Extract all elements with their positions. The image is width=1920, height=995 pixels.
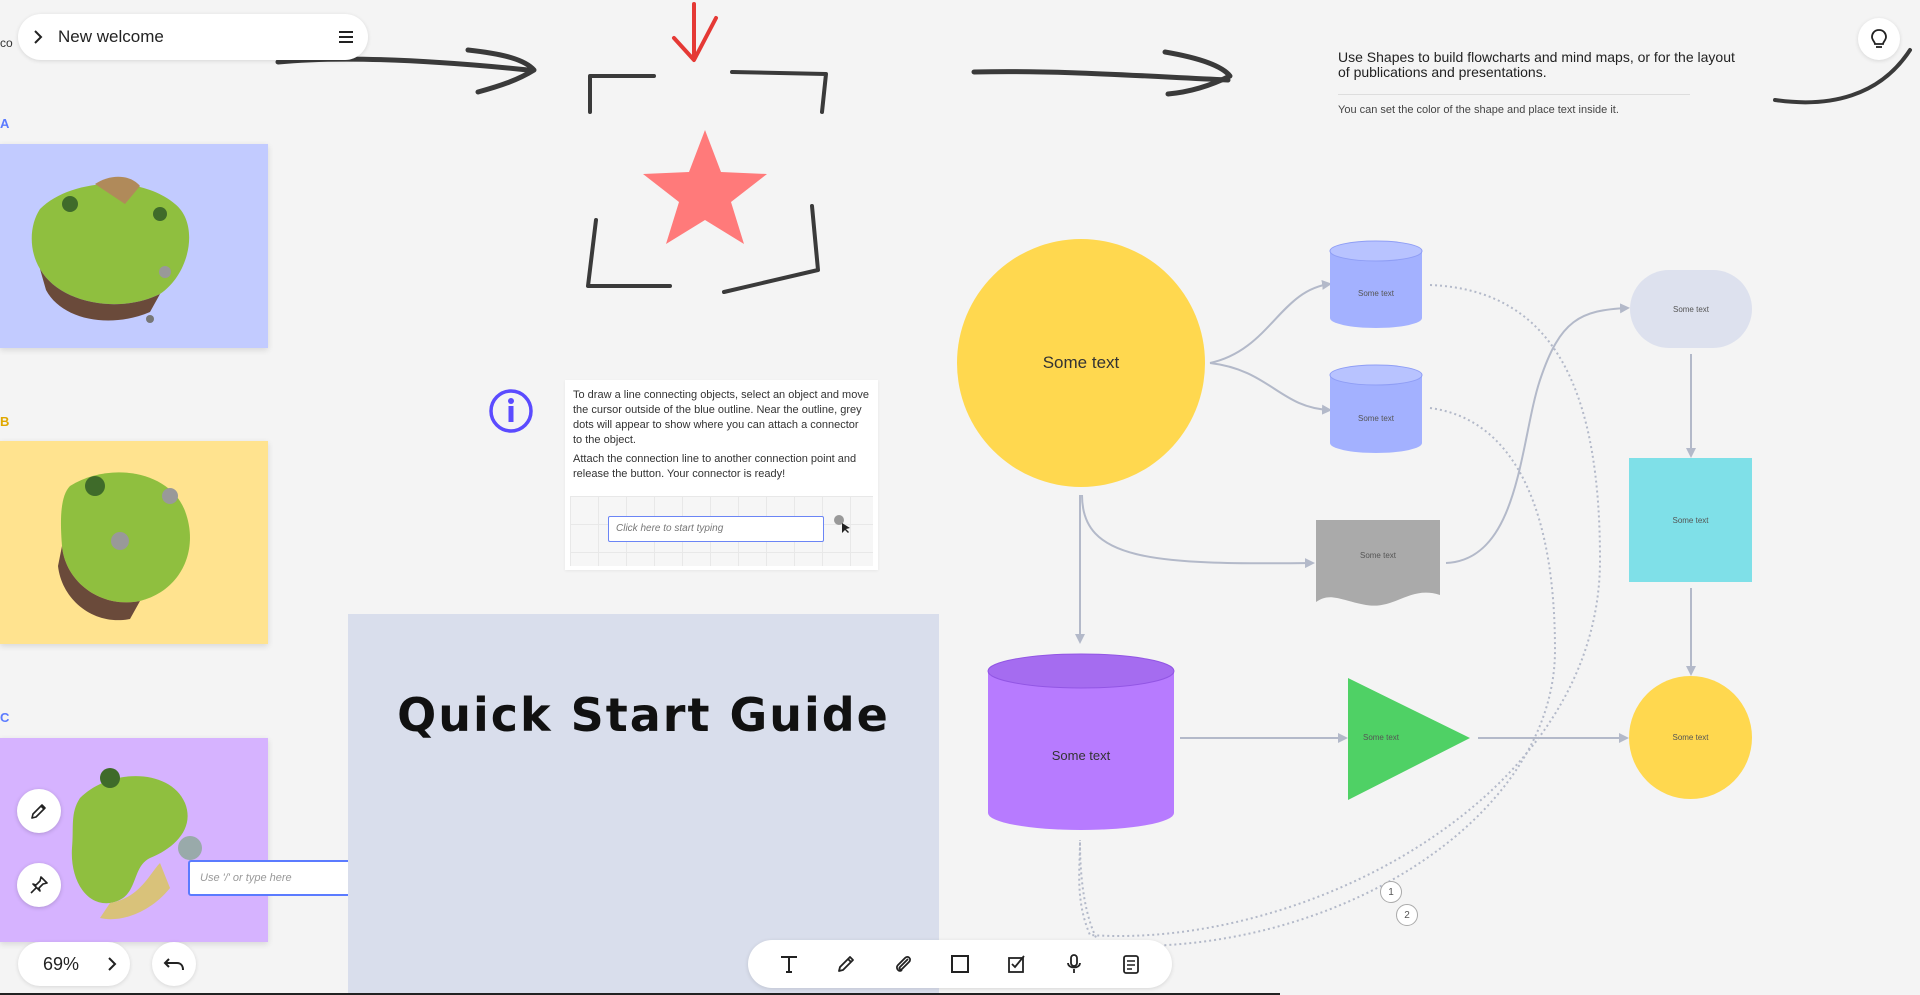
pill-label: Some text	[1672, 304, 1709, 314]
microphone-icon	[1067, 954, 1082, 973]
marker-tool-button[interactable]	[17, 789, 61, 833]
yellow-circle-label: Some text	[1672, 733, 1709, 742]
text-tool-button[interactable]	[769, 944, 809, 984]
undo-button[interactable]	[152, 942, 196, 986]
demo-input: Click here to start typing	[608, 516, 824, 542]
attach-icon	[895, 956, 911, 972]
connector-circle-to-cyl-top[interactable]	[1209, 279, 1332, 364]
document-label: Some text	[1359, 551, 1396, 560]
small-yellow-circle-shape[interactable]: Some text	[1629, 676, 1752, 799]
help-demo-area: Click here to start typing	[570, 496, 873, 566]
quick-note-placeholder: Use '/' or type here	[200, 872, 292, 884]
attach-tool-button[interactable]	[883, 944, 923, 984]
chevron-right-icon	[34, 30, 43, 44]
pencil-icon	[31, 804, 46, 819]
tips-button[interactable]	[1858, 18, 1900, 60]
cyan-rectangle-shape[interactable]: Some text	[1629, 458, 1752, 582]
cylinder-top-label: Some text	[1357, 289, 1394, 298]
hamburger-menu-icon	[339, 31, 353, 43]
hand-drawn-arrow-middle	[971, 49, 1233, 97]
card-c-letter: C	[0, 710, 10, 725]
zoom-expand-button[interactable]	[94, 957, 130, 971]
undo-icon	[163, 958, 184, 971]
island-card-yellow[interactable]	[0, 441, 268, 644]
help-paragraph-1: To draw a line connecting objects, selec…	[573, 389, 869, 446]
lightbulb-icon	[1871, 29, 1887, 48]
red-down-arrow	[672, 2, 718, 62]
card-b-letter: B	[0, 414, 10, 429]
zoom-level: 69%	[42, 953, 80, 974]
island-card-blue[interactable]	[0, 144, 268, 348]
cursor-icon	[834, 515, 850, 533]
connector-badge-2[interactable]: 2	[1396, 904, 1418, 926]
cylinder-mid-shape[interactable]	[1329, 364, 1423, 453]
island-image	[31, 176, 190, 323]
connector-circle-to-document[interactable]	[1081, 494, 1315, 569]
island-card-purple[interactable]	[0, 738, 268, 942]
chevron-right-icon	[108, 957, 117, 971]
document-shape[interactable]	[1316, 520, 1440, 606]
shapes-info-title: Use Shapes to build flowcharts and mind …	[1338, 49, 1735, 80]
shape-icon	[950, 955, 969, 973]
edge-text: co	[0, 36, 13, 50]
board-title[interactable]: New welcome	[58, 27, 324, 47]
purple-cylinder-shape[interactable]	[987, 653, 1175, 830]
quick-start-panel[interactable]: Quick Start Guide	[348, 614, 939, 995]
zoom-control[interactable]: 69%	[18, 942, 130, 986]
big-yellow-circle-shape[interactable]: Some text	[957, 239, 1205, 487]
expand-sidebar-button[interactable]	[18, 14, 58, 60]
board-header: New welcome	[18, 14, 368, 60]
task-icon	[1008, 955, 1025, 973]
quick-start-title: Quick Start Guide	[397, 688, 890, 742]
star-shape[interactable]	[643, 130, 767, 244]
shape-tool-button[interactable]	[940, 944, 980, 984]
info-icon	[488, 388, 534, 439]
text-icon	[780, 956, 797, 973]
bottom-toolbar	[748, 940, 1172, 988]
pen-tool-button[interactable]	[826, 944, 866, 984]
voice-tool-button[interactable]	[1054, 944, 1094, 984]
notes-tool-button[interactable]	[1111, 944, 1151, 984]
pin-icon	[30, 876, 48, 894]
cylinder-top-shape[interactable]	[1329, 240, 1423, 328]
pill-shape[interactable]: Some text	[1630, 270, 1752, 348]
green-triangle-label: Some text	[1362, 733, 1399, 742]
card-a-letter: A	[0, 116, 10, 131]
big-circle-label: Some text	[1042, 353, 1120, 372]
cyan-rect-label: Some text	[1672, 515, 1709, 525]
island-image	[71, 768, 202, 920]
cylinder-mid-label: Some text	[1357, 414, 1394, 423]
hand-drawn-curve-right	[1773, 48, 1912, 105]
purple-cylinder-label: Some text	[1051, 748, 1111, 763]
task-tool-button[interactable]	[997, 944, 1037, 984]
help-paragraph-2: Attach the connection line to another co…	[573, 453, 857, 480]
shapes-info-subtitle: You can set the color of the shape and p…	[1338, 104, 1619, 116]
connector-help-panel[interactable]: To draw a line connecting objects, selec…	[565, 380, 878, 570]
connector-badge-1[interactable]: 1	[1380, 881, 1402, 903]
connector-circle-to-cyl-mid[interactable]	[1209, 362, 1332, 415]
pin-tool-button[interactable]	[17, 863, 61, 907]
board-menu-button[interactable]	[324, 14, 368, 60]
island-image	[58, 472, 190, 621]
pen-icon	[837, 956, 854, 972]
notes-icon	[1123, 955, 1140, 974]
shapes-info-divider	[1338, 94, 1690, 95]
connector-document-to-pill[interactable]	[1445, 303, 1630, 564]
